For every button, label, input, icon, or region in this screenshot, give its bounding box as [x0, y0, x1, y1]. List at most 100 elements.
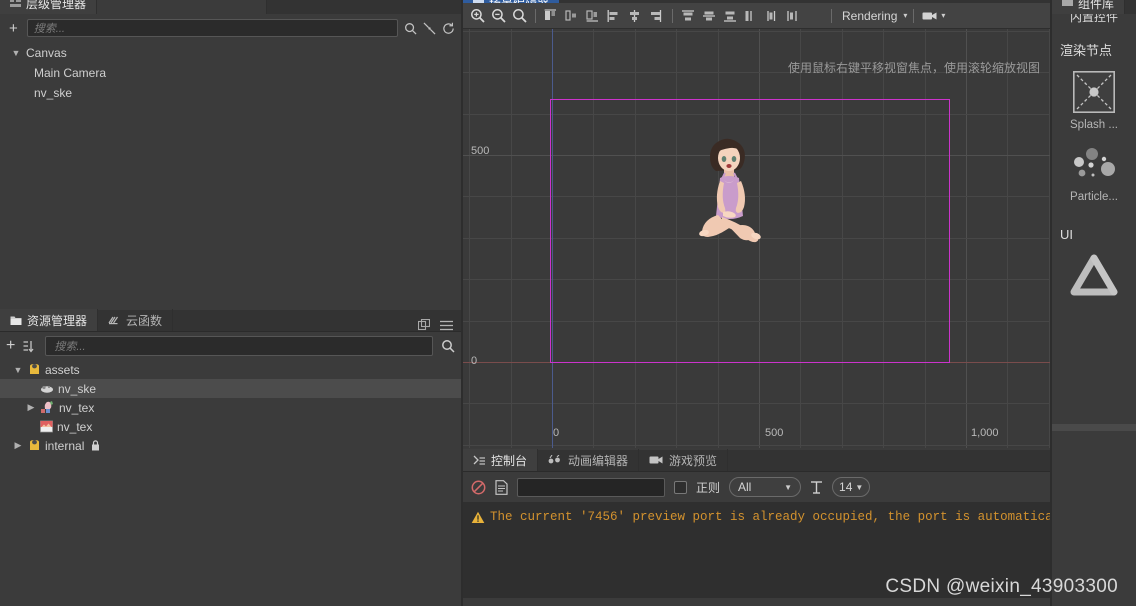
- log-level-select[interactable]: All ▼: [729, 477, 802, 497]
- chevron-right-icon[interactable]: ▶: [25, 402, 37, 413]
- tab-game-preview[interactable]: 游戏预览: [639, 449, 729, 471]
- chevron-down-icon[interactable]: ▾: [903, 11, 907, 20]
- align-edge-center-icon[interactable]: [626, 6, 645, 25]
- tab-component-library[interactable]: 组件库: [1052, 0, 1126, 14]
- hierarchy-panel: 层级管理器 + 搜索... ▼ Canvas Main Camera nv_sk…: [0, 0, 461, 308]
- align-right-icon[interactable]: [584, 6, 603, 25]
- console-icon: [473, 455, 486, 466]
- panel-divider-right[interactable]: [1050, 0, 1052, 606]
- popout-icon[interactable]: [418, 319, 430, 331]
- assets-add-button[interactable]: +: [6, 337, 15, 355]
- align-edge-right-icon[interactable]: [647, 6, 666, 25]
- document-icon[interactable]: [495, 479, 508, 495]
- text-size-icon[interactable]: [810, 480, 823, 495]
- asset-row-nv-tex-atlas[interactable]: ▶ nv_tex: [0, 398, 461, 417]
- character-sprite[interactable]: [696, 133, 764, 281]
- assets-tree: ▼ assets nv_ske ▶ nv_tex nv_tex ▶ intern…: [0, 360, 461, 455]
- tab-asset-manager[interactable]: 资源管理器: [0, 309, 99, 331]
- tab-animation-editor[interactable]: 动画编辑器: [538, 449, 640, 471]
- chevron-down-icon: ▼: [784, 482, 793, 492]
- font-size-select[interactable]: 14 ▼: [832, 477, 871, 497]
- asset-row-nv-ske[interactable]: nv_ske: [0, 379, 461, 398]
- scene-toolbar: Rendering ▾ ▾: [463, 3, 1050, 29]
- chevron-down-icon[interactable]: ▼: [10, 48, 22, 58]
- tab-console[interactable]: 控制台: [463, 449, 539, 471]
- sort-icon[interactable]: [23, 340, 37, 353]
- chevron-down-icon[interactable]: ▾: [941, 11, 945, 20]
- zoom-in-icon[interactable]: [468, 6, 487, 25]
- section-title-render-nodes: 渲染节点: [1060, 43, 1113, 58]
- component-library-panel: 组件库 内置控件 渲染节点 Splash ... Particle... UI: [1052, 0, 1136, 606]
- align-bottom-icon[interactable]: [721, 6, 740, 25]
- tree-item-nv-ske[interactable]: nv_ske: [0, 83, 461, 103]
- folder-asset-icon: [28, 439, 41, 452]
- asset-row-label: assets: [45, 362, 80, 377]
- search-icon[interactable]: [404, 22, 417, 35]
- scene-viewport[interactable]: 使用鼠标右键平移视窗焦点，使用滚轮缩放视图 500 0 0 500 1,000: [463, 29, 1050, 448]
- align-center-horizontal-icon[interactable]: [563, 6, 582, 25]
- component-item-label: Particle...: [1070, 191, 1118, 203]
- assets-search-placeholder: 搜索...: [54, 341, 86, 353]
- assets-toolbar: + 搜索...: [0, 332, 461, 360]
- image-asset-icon: [40, 420, 53, 433]
- align-left-icon[interactable]: [542, 6, 561, 25]
- tab-component-library-label: 组件库: [1078, 0, 1115, 11]
- editor-window: 层级管理器 + 搜索... ▼ Canvas Main Camera nv_sk…: [0, 0, 1136, 606]
- assets-search-input[interactable]: 搜索...: [45, 336, 433, 356]
- search-icon[interactable]: [441, 339, 455, 353]
- tab-hierarchy-secondary[interactable]: [97, 0, 268, 14]
- tree-item-canvas[interactable]: ▼ Canvas: [0, 43, 461, 63]
- rendering-dropdown-label[interactable]: Rendering: [838, 9, 901, 23]
- hierarchy-search-input[interactable]: 搜索...: [26, 19, 398, 37]
- tab-hierarchy-label: 层级管理器: [26, 0, 87, 11]
- viewport-hint-text: 使用鼠标右键平移视窗焦点，使用滚轮缩放视图: [787, 61, 1040, 75]
- tab-hierarchy[interactable]: 层级管理器: [0, 0, 98, 14]
- hamburger-icon[interactable]: [440, 320, 453, 331]
- chevron-right-icon[interactable]: ▶: [12, 440, 24, 451]
- collapse-icon[interactable]: [423, 22, 436, 35]
- console-log-entry[interactable]: The current '7456' preview port is alrea…: [471, 510, 1132, 524]
- hierarchy-icon: [10, 0, 21, 9]
- assets-tabbar: 资源管理器 云函数: [0, 309, 461, 332]
- align-top-icon[interactable]: [679, 6, 698, 25]
- tab-animation-editor-label: 动画编辑器: [568, 453, 629, 468]
- section-title-ui: UI: [1060, 227, 1073, 242]
- tab-console-label: 控制台: [491, 453, 528, 468]
- regex-checkbox[interactable]: [674, 480, 687, 494]
- asset-row-internal[interactable]: ▶ internal: [0, 436, 461, 455]
- distribute-right-icon[interactable]: [784, 6, 803, 25]
- refresh-icon[interactable]: [442, 22, 455, 35]
- warning-icon: [471, 511, 485, 524]
- component-library-tabbar: 组件库: [1052, 0, 1136, 14]
- asset-row-label: nv_ske: [58, 381, 97, 396]
- camera-icon[interactable]: [920, 6, 939, 25]
- asset-row-label: nv_tex: [57, 419, 93, 434]
- tab-cloud-function[interactable]: 云函数: [98, 309, 174, 331]
- tree-item-label: Canvas: [26, 46, 67, 60]
- zoom-out-icon[interactable]: [489, 6, 508, 25]
- console-tabbar: 控制台 动画编辑器 游戏预览: [463, 449, 1136, 472]
- distribute-center-icon[interactable]: [763, 6, 782, 25]
- mesh-triangle-icon: [1069, 254, 1119, 296]
- component-item-splash[interactable]: Splash ...: [1052, 65, 1136, 141]
- asset-row-nv-tex-image[interactable]: nv_tex: [0, 417, 461, 436]
- hierarchy-tabbar: 层级管理器: [0, 0, 461, 14]
- chevron-down-icon[interactable]: ▼: [12, 365, 24, 375]
- distribute-left-icon[interactable]: [742, 6, 761, 25]
- console-filter-input[interactable]: [517, 477, 665, 497]
- zoom-fit-icon[interactable]: [510, 6, 529, 25]
- component-item-mesh[interactable]: [1052, 248, 1136, 312]
- lock-icon: [91, 440, 100, 451]
- asset-row-label: nv_tex: [59, 400, 95, 415]
- tree-item-label: nv_ske: [34, 86, 73, 100]
- asset-row-assets[interactable]: ▼ assets: [0, 360, 461, 379]
- component-item-particle[interactable]: Particle...: [1052, 141, 1136, 213]
- align-edge-left-icon[interactable]: [605, 6, 624, 25]
- folder-asset-icon: [28, 363, 41, 376]
- panel-divider-left[interactable]: [461, 0, 463, 606]
- hierarchy-add-button[interactable]: +: [6, 20, 21, 37]
- align-middle-icon[interactable]: [700, 6, 719, 25]
- clear-icon[interactable]: [471, 480, 486, 495]
- chevron-down-icon: ▼: [855, 482, 864, 492]
- tree-item-main-camera[interactable]: Main Camera: [0, 63, 461, 83]
